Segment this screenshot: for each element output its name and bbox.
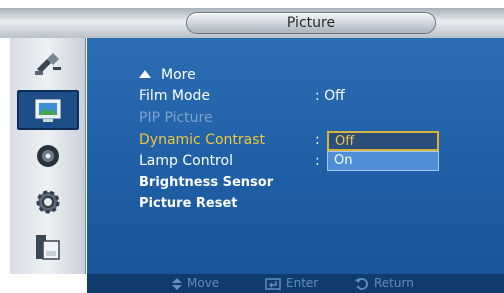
more-item[interactable]: More — [139, 65, 196, 85]
sidebar-item-multi-control[interactable] — [17, 228, 79, 268]
enter-hint-label: Enter — [286, 276, 319, 290]
multi-control-icon — [36, 235, 60, 260]
sidebar — [10, 38, 86, 274]
dropdown-option-off[interactable]: Off — [327, 131, 439, 151]
setup-icon — [36, 190, 60, 214]
dynamic-contrast-label[interactable]: Dynamic Contrast — [139, 130, 265, 150]
up-down-arrow-icon — [172, 277, 182, 290]
more-label: More — [161, 67, 196, 83]
osd-window: Picture More Film Mode: Off PIP Picture… — [0, 0, 504, 293]
lamp-control-separator: : — [315, 153, 320, 169]
enter-hint: Enter — [265, 274, 318, 293]
dynamic-contrast-dropdown[interactable]: Off On — [327, 131, 439, 171]
main-panel: More Film Mode : Off PIP Picture Dynamic… — [87, 38, 504, 274]
dynamic-contrast-separator: : — [315, 132, 320, 148]
return-hint-label: Return — [374, 276, 414, 290]
brightness-sensor-label[interactable]: Brightness Sensor — [139, 173, 273, 193]
up-arrow-icon — [139, 70, 151, 78]
sidebar-item-sound[interactable] — [17, 136, 79, 176]
title-pill: Picture — [186, 12, 436, 34]
sound-icon — [37, 145, 59, 167]
enter-icon — [265, 277, 281, 290]
header-bar: Picture — [0, 8, 504, 38]
film-mode-label[interactable]: Film Mode — [139, 86, 210, 106]
picture-reset-label[interactable]: Picture Reset — [139, 194, 238, 214]
footer-bar: Move Enter Return — [87, 274, 504, 293]
input-icon — [35, 53, 61, 75]
sidebar-item-input[interactable] — [17, 44, 79, 84]
sidebar-item-picture[interactable] — [17, 90, 79, 130]
return-icon — [355, 277, 368, 290]
dropdown-option-on[interactable]: On — [327, 151, 439, 171]
return-hint: Return — [355, 274, 414, 293]
move-hint: Move — [172, 274, 219, 293]
lamp-control-label[interactable]: Lamp Control — [139, 151, 233, 171]
move-hint-label: Move — [187, 276, 220, 290]
page-title: Picture — [286, 15, 336, 31]
pip-picture-label: PIP Picture — [139, 110, 213, 126]
picture-icon — [35, 99, 61, 122]
film-mode-value: : Off — [315, 88, 345, 104]
sidebar-item-setup[interactable] — [17, 182, 79, 222]
